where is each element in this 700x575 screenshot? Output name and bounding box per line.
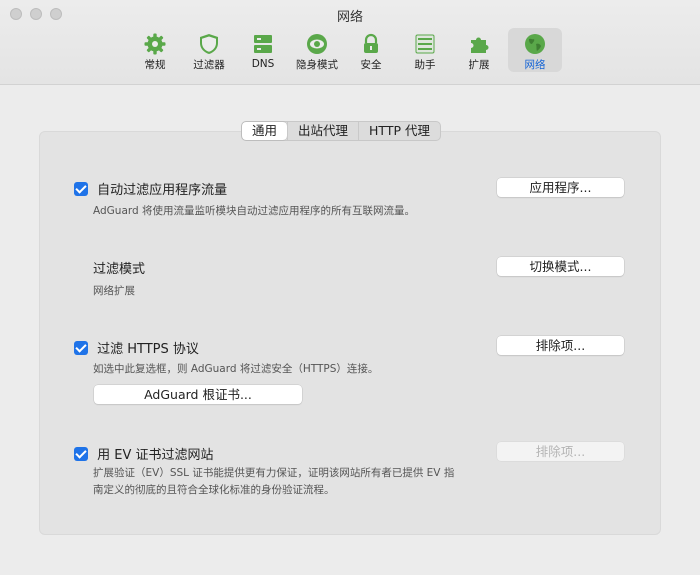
ev-label: 用 EV 证书过滤网站 [97,448,214,463]
auto-filter-label: 自动过滤应用程序流量 [97,183,228,198]
tab-general[interactable]: 通用 [242,122,288,140]
toolbar-label: 扩展 [468,59,490,71]
toolbar-item-filters[interactable]: 过滤器 [184,28,234,72]
globe-icon [522,31,548,56]
applications-button[interactable]: 应用程序... [497,178,624,197]
toolbar-label: 常规 [144,59,166,71]
tab-bar: 通用 出站代理 HTTP 代理 [241,121,441,141]
shield-icon [196,31,222,56]
toolbar-item-stealth-mode[interactable]: 隐身模式 [292,28,342,72]
https-label: 过滤 HTTPS 协议 [97,342,199,357]
ev-row: 用 EV 证书过滤网站 [74,443,213,463]
lock-icon [358,31,384,56]
title-bar: 网络 常规 过滤器 DNS 隐身模式 安全 助手 扩展 网络 [0,0,700,85]
ev-description-line-1: 扩展验证（EV）SSL 证书能提供更有力保证，证明该网站所有者已提供 EV 指 [93,467,455,479]
toolbar-item-network[interactable]: 网络 [508,28,562,72]
preferences-window: 网络 常规 过滤器 DNS 隐身模式 安全 助手 扩展 网络 通用 出站代理 H… [0,0,700,575]
eye-icon [304,31,330,56]
toolbar-item-security[interactable]: 安全 [346,28,396,72]
auto-filter-checkbox[interactable] [74,181,88,196]
auto-filter-description: AdGuard 将使用流量监听模块自动过滤应用程序的所有互联网流量。 [93,205,416,217]
switch-mode-button[interactable]: 切换模式... [497,257,624,276]
toolbar-label: 网络 [524,59,546,71]
toolbar-label: DNS [251,58,275,70]
toolbar-label: 助手 [414,59,436,71]
https-exclusions-button[interactable]: 排除项... [497,336,624,355]
toolbar-item-dns[interactable]: DNS [238,28,288,72]
tab-outbound-proxy[interactable]: 出站代理 [287,122,358,140]
window-title: 网络 [336,10,363,25]
tab-http-proxy[interactable]: HTTP 代理 [358,122,440,140]
gear-icon [142,31,168,56]
ev-checkbox[interactable] [74,446,88,461]
https-row: 过滤 HTTPS 协议 [74,337,199,357]
preferences-toolbar: 常规 过滤器 DNS 隐身模式 安全 助手 扩展 网络 [130,28,562,72]
list-icon [412,31,438,56]
filter-mode-value: 网络扩展 [93,285,135,297]
ev-exclusions-button[interactable]: 排除项... [497,442,624,461]
auto-filter-row: 自动过滤应用程序流量 [74,178,227,198]
toolbar-label: 过滤器 [193,59,225,71]
https-description: 如选中此复选框，则 AdGuard 将过滤安全（HTTPS）连接。 [93,363,379,375]
filter-mode-row: 过滤模式 [93,257,145,277]
toolbar-item-general[interactable]: 常规 [130,28,180,72]
puzzle-icon [466,31,492,56]
server-icon [250,31,276,57]
https-checkbox[interactable] [74,340,88,355]
root-certificate-button[interactable]: AdGuard 根证书... [94,385,302,404]
toolbar-label: 安全 [360,59,382,71]
ev-description-line-2: 南定义的彻底的且符合全球化标准的身份验证流程。 [93,484,335,496]
toolbar-label: 隐身模式 [296,59,338,71]
filter-mode-label: 过滤模式 [93,262,146,277]
toolbar-item-assistant[interactable]: 助手 [400,28,450,72]
toolbar-item-extensions[interactable]: 扩展 [454,28,504,72]
